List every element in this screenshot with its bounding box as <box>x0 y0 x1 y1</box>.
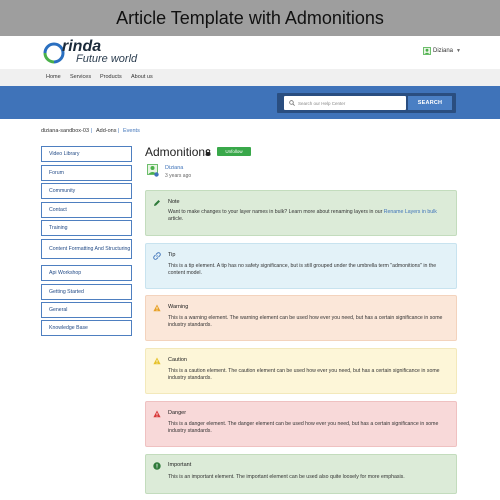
admonition-body: Want to make changes to your layer names… <box>168 209 437 222</box>
breadcrumb-item-events[interactable]: Events <box>123 128 140 134</box>
admonition-warning: Warning This is a warning element. The w… <box>145 295 457 341</box>
important-icon <box>153 462 161 470</box>
admonition-label: Warning <box>168 304 189 310</box>
search-input[interactable]: Search our Help Center <box>284 96 406 110</box>
admonition-label: Important <box>168 462 192 468</box>
admonition-body: This is a caution element. The caution e… <box>168 368 440 381</box>
admonition-tip: Tip This is a tip element. A tip has no … <box>145 243 457 289</box>
breadcrumb-separator: | <box>118 128 120 134</box>
banner-title: Article Template with Admonitions <box>116 7 384 28</box>
admonition-body: This is an important element. The import… <box>168 474 405 480</box>
sidebar-item-content-formatting[interactable]: Content Formatting And Structuring <box>41 239 132 259</box>
admonition-body: This is a danger element. The danger ele… <box>168 421 439 434</box>
sidebar-item-training[interactable]: Training <box>41 220 132 236</box>
user-icon <box>423 47 431 55</box>
sidebar-item-community[interactable]: Community <box>41 183 132 199</box>
sidebar-item-getting-started[interactable]: Getting Started <box>41 284 132 300</box>
admonition-label: Danger <box>168 410 187 416</box>
rename-layers-link[interactable]: Rename Layers in bulk <box>384 209 437 215</box>
sidebar-item-api-workshop[interactable]: Api Workshop <box>41 265 132 281</box>
link-icon <box>153 252 161 260</box>
pencil-icon <box>154 200 160 206</box>
user-menu[interactable]: Diziana ▼ <box>423 47 461 55</box>
sidebar-item-video-library[interactable]: Video Library <box>41 146 132 162</box>
avatar[interactable] <box>147 164 159 177</box>
search-button[interactable]: SEARCH <box>408 96 452 110</box>
nav-products[interactable]: Products <box>100 74 122 80</box>
breadcrumb-item-sandbox[interactable]: diziana-sandbox-03 <box>41 128 89 134</box>
lock-icon <box>205 149 211 156</box>
page-title: Admonitions <box>145 145 212 159</box>
sidebar-item-forum[interactable]: Forum <box>41 165 132 181</box>
post-time: 3 years ago <box>165 173 192 179</box>
nav-home[interactable]: Home <box>46 74 61 80</box>
sidebar-item-general[interactable]: General <box>41 302 132 318</box>
sidebar-item-knowledge-base[interactable]: Knowledge Base <box>41 320 132 336</box>
nav-services[interactable]: Services <box>70 74 91 80</box>
search-placeholder: Search our Help Center <box>298 100 346 106</box>
user-name: Diziana <box>433 48 454 54</box>
admonition-note: Note Want to make changes to your layer … <box>145 190 457 236</box>
chevron-down-icon: ▼ <box>456 48 461 54</box>
admonition-label: Note <box>168 199 180 205</box>
admonition-body: This is a warning element. The warning e… <box>168 315 443 328</box>
admonition-body: This is a tip element. A tip has no safe… <box>168 263 437 276</box>
author-name[interactable]: Diziana <box>165 165 183 171</box>
brand-tagline: Future world <box>76 53 138 65</box>
admonition-important: Important This is an important element. … <box>145 454 457 494</box>
unfollow-button[interactable]: Unfollow <box>217 147 251 156</box>
nav-about-us[interactable]: About us <box>131 74 153 80</box>
breadcrumb-separator: | <box>91 128 93 134</box>
caution-icon <box>153 357 161 365</box>
search-icon <box>289 100 295 106</box>
admonition-caution: Caution This is a caution element. The c… <box>145 348 457 394</box>
admonition-label: Caution <box>168 357 187 363</box>
admonition-danger: Danger This is a danger element. The dan… <box>145 401 457 447</box>
template-banner: Article Template with Admonitions <box>0 0 500 36</box>
sidebar-item-contact[interactable]: Contact <box>41 202 132 218</box>
breadcrumb-item-add-ons[interactable]: Add-ons <box>96 128 117 134</box>
admonition-label: Tip <box>168 252 176 258</box>
danger-icon <box>153 410 161 418</box>
warning-icon <box>153 304 161 312</box>
